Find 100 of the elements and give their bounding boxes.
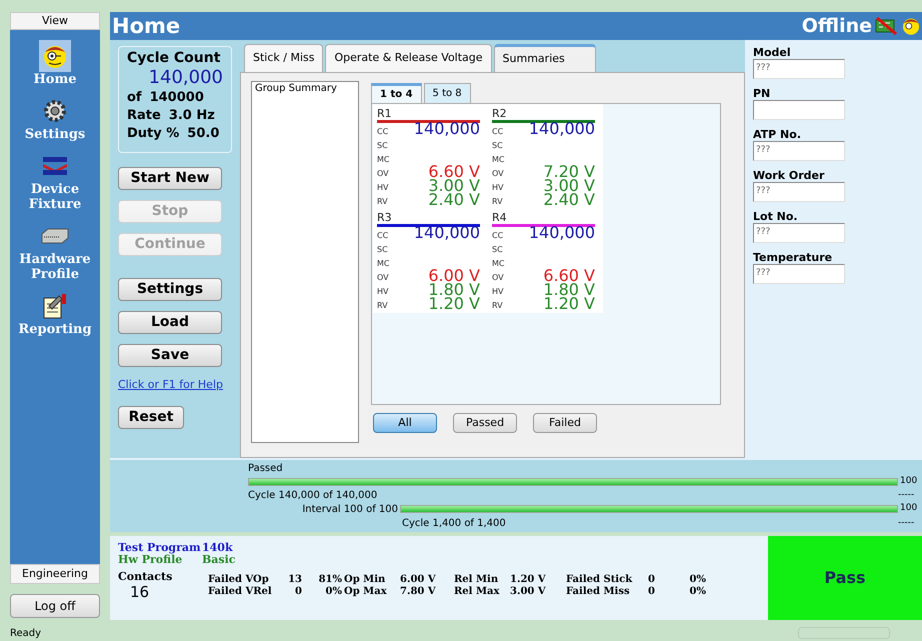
profile-value: Basic: [202, 554, 236, 566]
list-item[interactable]: Group Summary: [255, 82, 355, 96]
field-label: Work Order: [753, 169, 826, 182]
stat-text: 0%: [688, 574, 707, 586]
engineering-label: Engineering: [10, 564, 100, 584]
row-label: HV: [377, 287, 388, 297]
row-label: OV: [492, 273, 504, 283]
relay-name: R1: [377, 107, 393, 120]
cycle-value: 140,000: [528, 121, 595, 137]
row-label: CC: [377, 231, 388, 241]
row-label: CC: [492, 231, 504, 241]
command-button[interactable]: Save: [118, 344, 222, 367]
filter-button[interactable]: Failed: [533, 413, 597, 433]
voltage-value: 6.60 V: [428, 165, 480, 179]
input-field[interactable]: ???: [753, 182, 845, 202]
program-value: 140k: [202, 542, 233, 554]
tab[interactable]: Summaries: [494, 44, 596, 72]
cycle-info-value: 50.0: [187, 125, 220, 143]
input-field[interactable]: ???: [753, 223, 845, 243]
connection-status: Offline: [802, 14, 872, 39]
gear-icon: [42, 98, 68, 124]
view-header: View: [10, 12, 100, 30]
input-field[interactable]: ???: [753, 264, 845, 284]
row-label: OV: [377, 169, 389, 179]
field-label: Lot No.: [753, 210, 799, 223]
progress-dashes: -----: [898, 488, 916, 502]
filter-button[interactable]: All: [373, 413, 437, 433]
tab[interactable]: Operate & Release Voltage: [325, 44, 492, 72]
field-label: ATP No.: [753, 128, 802, 141]
row-label: MC: [492, 259, 504, 269]
cycle-count-title: Cycle Count: [127, 49, 222, 67]
stat-text: 0%: [688, 586, 707, 598]
voltage-value: 1.80 V: [428, 283, 480, 297]
stat-text: Op Min: [344, 574, 386, 586]
row-label: SC: [377, 245, 388, 255]
hardware-icon: [40, 227, 70, 245]
field-label: Model: [753, 46, 792, 59]
stat-text: 3.00 V: [510, 586, 547, 598]
stat-text: 1.20 V: [510, 574, 547, 586]
row-label: RV: [377, 197, 388, 207]
stat-text: 81%: [318, 574, 343, 586]
stat-text: 7.80 V: [400, 586, 437, 598]
progress-dashes: -----: [898, 516, 916, 530]
stat-text: Rel Max: [454, 586, 500, 598]
disconnected-board-icon: [874, 16, 898, 36]
cycle-info-label: of: [127, 89, 142, 107]
page-title: Home: [112, 13, 180, 39]
voltage-value: 1.80 V: [543, 283, 595, 297]
input-field[interactable]: ???: [753, 141, 845, 161]
sidebar-item[interactable]: Device Fixture: [11, 150, 99, 212]
voltage-value: 1.20 V: [428, 297, 480, 311]
sidebar-item[interactable]: Settings: [11, 95, 99, 142]
voltage-value: 3.00 V: [543, 179, 595, 193]
row-label: HV: [492, 287, 504, 297]
stat-text: Failed VOp: [208, 574, 270, 586]
cycle-info-label: Rate: [127, 107, 161, 125]
row-label: SC: [492, 141, 503, 151]
row-label: HV: [377, 183, 388, 193]
subtab[interactable]: 1 to 4: [371, 83, 422, 103]
logoff-button[interactable]: Log off: [10, 594, 100, 618]
tab[interactable]: Stick / Miss: [244, 44, 324, 72]
row-label: SC: [492, 245, 503, 255]
input-field[interactable]: [753, 100, 845, 120]
relay-name: R4: [492, 211, 508, 224]
voltage-value: 1.20 V: [543, 297, 595, 311]
sidebar-item[interactable]: Hardware Profile: [11, 220, 99, 282]
contacts-value: 16: [129, 583, 150, 601]
filter-button[interactable]: Passed: [453, 413, 517, 433]
command-button[interactable]: Start New: [118, 167, 222, 190]
row-label: MC: [492, 155, 504, 165]
result-label: Pass: [824, 567, 866, 586]
help-link[interactable]: Click or F1 for Help: [118, 377, 223, 394]
voltage-value: 3.00 V: [428, 179, 480, 193]
input-field[interactable]: ???: [753, 59, 845, 79]
contacts-label: Contacts: [118, 571, 174, 583]
sidebar-item[interactable]: Reporting: [11, 290, 99, 337]
voltage-value: 6.00 V: [428, 269, 480, 283]
progress-percent: 100: [899, 475, 918, 488]
report-icon: [41, 292, 69, 320]
progress-caption: Passed: [248, 462, 284, 475]
cycle-info-value: 3.0 Hz: [168, 107, 215, 125]
field-label: PN: [753, 87, 772, 100]
cycle-value: 140,000: [414, 225, 480, 241]
stat-text: 0: [294, 586, 303, 598]
subtab[interactable]: 5 to 8: [424, 83, 471, 103]
command-button[interactable]: Load: [118, 311, 222, 334]
progress-percent: 100: [899, 502, 918, 516]
row-label: SC: [377, 141, 388, 151]
reset-button[interactable]: Reset: [118, 406, 184, 428]
sidebar-item[interactable]: Home: [11, 40, 99, 87]
fixture-icon: [41, 155, 69, 177]
row-label: MC: [377, 259, 390, 269]
row-label: RV: [492, 301, 503, 311]
command-button[interactable]: Settings: [118, 278, 222, 301]
row-label: RV: [377, 301, 388, 311]
row-label: OV: [377, 273, 389, 283]
progress-label: Cycle 1,400 of 1,400: [401, 516, 506, 530]
stat-text: 0: [648, 574, 656, 586]
row-label: CC: [492, 127, 504, 137]
stat-text: Rel Min: [454, 574, 500, 586]
